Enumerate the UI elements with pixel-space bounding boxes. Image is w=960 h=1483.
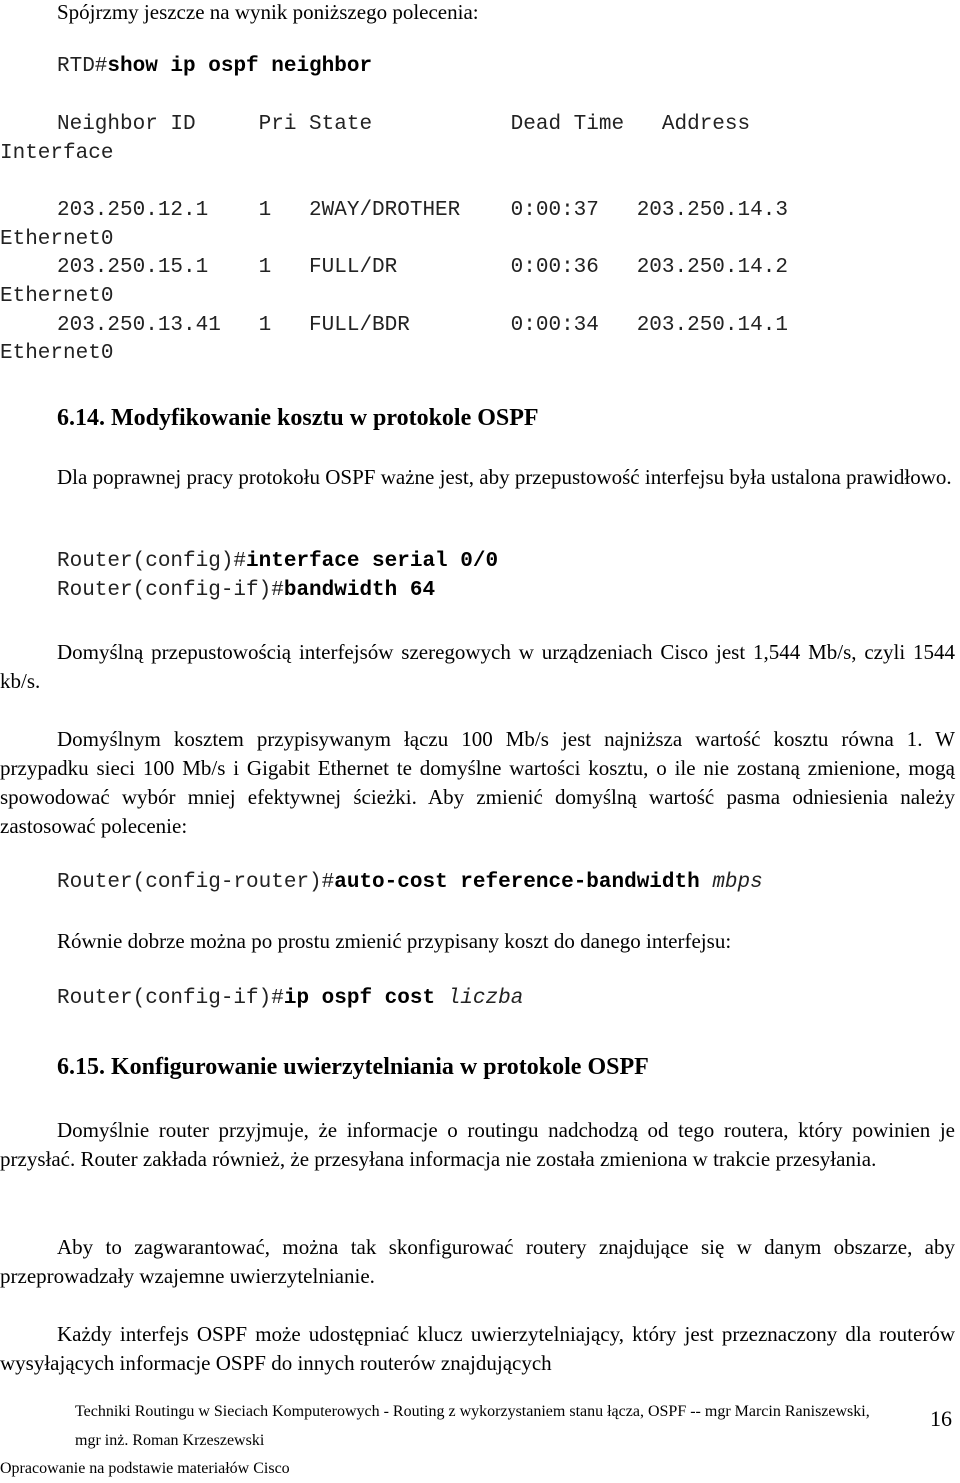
intro-text: Spójrzmy jeszcze na wynik poniższego pol… bbox=[57, 0, 479, 24]
paragraph: Aby to zagwarantować, można tak skonfigu… bbox=[0, 1235, 955, 1288]
table-row-wrap: Ethernet0 bbox=[0, 228, 114, 251]
table-row: 203.250.12.1 1 2WAY/DROTHER 0:00:37 203.… bbox=[57, 199, 788, 222]
command-show-ospf-neighbor: RTD#show ip ospf neighbor bbox=[57, 55, 372, 78]
command: show ip ospf neighbor bbox=[107, 55, 373, 78]
table-row-wrap: Ethernet0 bbox=[0, 285, 114, 308]
table-row: 203.250.13.41 1 FULL/BDR 0:00:34 203.250… bbox=[57, 314, 788, 337]
section-heading-6-14: 6.14. Modyfikowanie kosztu w protokole O… bbox=[57, 405, 539, 431]
footer-source: Opracowanie na podstawie materiałów Cisc… bbox=[0, 1460, 290, 1477]
section-heading-6-15: 6.15. Konfigurowanie uwierzytelniania w … bbox=[57, 1054, 649, 1080]
page-number: 16 bbox=[930, 1406, 952, 1431]
prompt: RTD# bbox=[57, 55, 108, 78]
table-row-wrap: Ethernet0 bbox=[0, 342, 114, 365]
paragraph: Domyślną przepustowością interfejsów sze… bbox=[0, 640, 955, 693]
paragraph: Domyślnym kosztem przypisywanym łączu 10… bbox=[0, 727, 955, 838]
paragraph: Dla poprawnej pracy protokołu OSPF ważne… bbox=[57, 465, 952, 489]
table-header: Neighbor ID Pri State Dead Time Address bbox=[57, 113, 751, 136]
command-auto-cost: Router(config-router)#auto-cost referenc… bbox=[57, 871, 763, 894]
footer-title: Techniki Routingu w Sieciach Komputerowy… bbox=[75, 1403, 870, 1420]
paragraph: Domyślnie router przyjmuje, że informacj… bbox=[0, 1118, 955, 1171]
footer-authors: mgr inż. Roman Krzeszewski bbox=[75, 1432, 265, 1449]
command-ospf-cost: Router(config-if)#ip ospf cost liczba bbox=[57, 987, 524, 1010]
command-bandwidth: Router(config-if)#bandwidth 64 bbox=[57, 579, 436, 602]
paragraph: Równie dobrze można po prostu zmienić pr… bbox=[57, 929, 732, 953]
table-header-wrap: Interface bbox=[0, 142, 114, 165]
paragraph: Każdy interfejs OSPF może udostępniać kl… bbox=[0, 1322, 955, 1375]
command-interface: Router(config)#interface serial 0/0 bbox=[57, 550, 499, 573]
table-row: 203.250.15.1 1 FULL/DR 0:00:36 203.250.1… bbox=[57, 256, 788, 279]
